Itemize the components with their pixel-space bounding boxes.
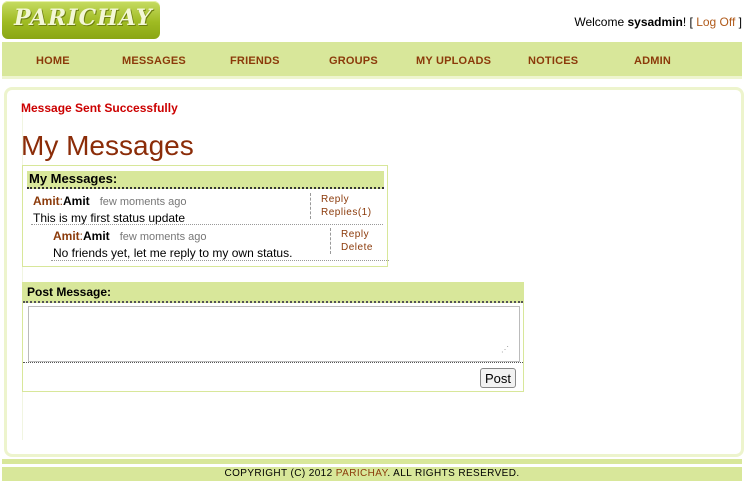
welcome-bar: Welcome sysadmin! [ Log Off ] — [574, 15, 742, 29]
nav-notices[interactable]: NOTICES — [528, 55, 578, 67]
username: sysadmin — [627, 15, 683, 29]
footer-brand: PARICHAY — [335, 468, 388, 479]
reply-time: few moments ago — [119, 231, 207, 243]
messages-box: My Messages: Amit:Amit few moments ago Th… — [22, 165, 389, 267]
reply-divider — [51, 260, 389, 261]
reply-name: Amit — [83, 229, 110, 243]
page-title: My Messages — [21, 130, 194, 161]
reply-delete-link[interactable]: Delete — [341, 241, 373, 254]
nav-messages[interactable]: MESSAGES — [122, 55, 186, 67]
reply-actions: Reply Delete — [330, 228, 373, 254]
message-time: few moments ago — [99, 196, 187, 208]
logo-text: PARICHAY — [14, 5, 153, 31]
footer-line — [2, 459, 742, 464]
reply-item: Amit:Amit few moments ago No friends yet,… — [53, 229, 292, 260]
reply-body: No friends yet, let me reply to my own s… — [53, 246, 293, 260]
welcome-suffix: ! [ — [682, 15, 697, 29]
nav-my-uploads[interactable]: MY UPLOADS — [416, 55, 491, 67]
success-message: Message Sent Successfully — [21, 101, 178, 115]
footer: COPYRIGHT (C) 2012 PARICHAY. ALL RIGHTS … — [2, 467, 742, 481]
message-body: This is my first status update — [33, 211, 186, 225]
welcome-prefix: Welcome — [574, 15, 628, 29]
post-header: Post Message: — [23, 283, 523, 303]
post-divider — [23, 362, 523, 363]
logo[interactable]: PARICHAY — [2, 1, 160, 39]
footer-suffix: . ALL RIGHTS RESERVED. — [387, 468, 520, 479]
message-author[interactable]: Amit — [33, 194, 60, 208]
replies-link[interactable]: Replies(1) — [321, 206, 372, 219]
bracket-close: ] — [735, 15, 742, 29]
message-actions: Reply Replies(1) — [310, 193, 372, 219]
nav-groups[interactable]: GROUPS — [329, 55, 378, 67]
message-divider — [31, 224, 383, 225]
resize-grip-icon[interactable]: ⋰ — [501, 345, 509, 354]
nav-admin[interactable]: ADMIN — [634, 55, 671, 67]
nav-home[interactable]: HOME — [36, 55, 70, 67]
logoff-link[interactable]: Log Off — [696, 15, 735, 29]
post-message-box: Post Message: ⋰ Post — [22, 282, 524, 392]
footer-prefix: COPYRIGHT (C) 2012 — [224, 468, 336, 479]
message-item: Amit:Amit few moments ago This is my firs… — [33, 194, 187, 225]
main-nav: HOME MESSAGES FRIENDS GROUPS MY UPLOADS … — [2, 42, 742, 79]
reply-link[interactable]: Reply — [321, 193, 372, 206]
messages-header: My Messages: — [27, 171, 384, 189]
post-message-input[interactable] — [28, 306, 520, 362]
message-name: Amit — [63, 194, 90, 208]
reply-reply-link[interactable]: Reply — [341, 228, 373, 241]
nav-friends[interactable]: FRIENDS — [230, 55, 280, 67]
post-button[interactable]: Post — [480, 368, 516, 388]
reply-author[interactable]: Amit — [53, 229, 80, 243]
